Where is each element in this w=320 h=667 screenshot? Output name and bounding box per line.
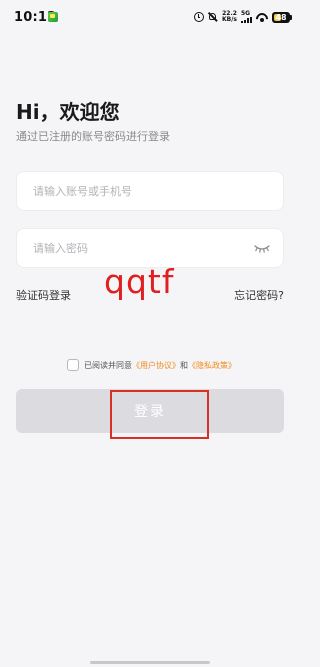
login-subtitle: 通过已注册的账号密码进行登录: [16, 130, 170, 143]
greeting-title: Hi，欢迎您: [16, 100, 120, 124]
network-speed: 22.2 KB/s: [222, 11, 237, 23]
home-indicator[interactable]: [90, 661, 210, 664]
wifi-icon: [256, 12, 268, 22]
app-notification-icon: [48, 12, 58, 22]
alarm-icon: [194, 12, 204, 22]
account-input[interactable]: [33, 172, 253, 210]
status-bar: 10:12 22.2 KB/s 5G 48: [0, 0, 300, 34]
cellular-signal: 5G: [241, 11, 252, 23]
forgot-password-link[interactable]: 忘记密码?: [234, 287, 284, 303]
annotation-text: qqtf: [104, 262, 175, 301]
status-indicators: 22.2 KB/s 5G 48: [194, 9, 292, 25]
account-field[interactable]: [16, 171, 284, 211]
network-speed-unit: KB/s: [222, 16, 237, 23]
battery-icon: 48: [272, 11, 292, 23]
agreement-checkbox[interactable]: [67, 359, 79, 371]
signal-bars-icon: [241, 17, 252, 23]
agreement-row: 已阅读并同意 《用户协议》 和 《隐私政策》: [67, 358, 236, 372]
user-agreement-link[interactable]: 《用户协议》: [132, 360, 180, 371]
eye-closed-icon[interactable]: [253, 241, 271, 255]
privacy-policy-link[interactable]: 《隐私政策》: [188, 360, 236, 371]
battery-level: 48: [275, 12, 287, 22]
sms-code-login-link[interactable]: 验证码登录: [16, 287, 71, 303]
agreement-conjunction: 和: [180, 360, 188, 370]
agreement-prefix: 已阅读并同意: [84, 360, 132, 370]
mute-icon: [208, 12, 218, 22]
login-button[interactable]: 登录: [16, 389, 284, 433]
